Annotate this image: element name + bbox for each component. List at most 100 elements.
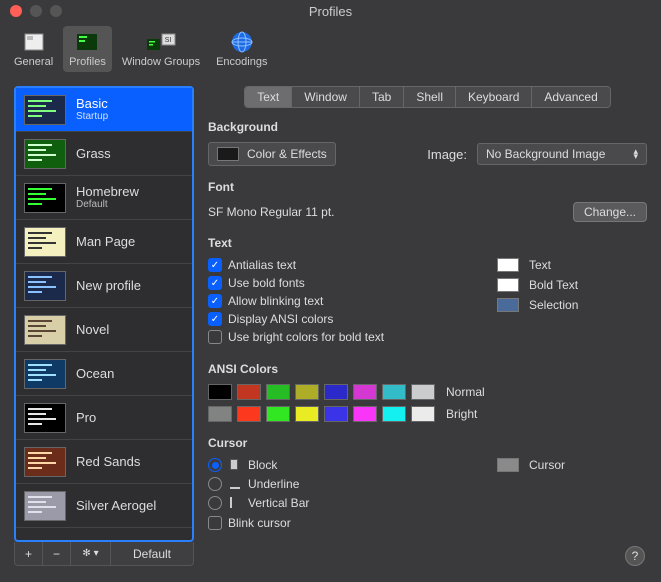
profile-thumb — [24, 227, 66, 257]
cursor-block-radio[interactable]: Block — [208, 458, 473, 472]
blink-cursor-checkbox[interactable]: Blink cursor — [208, 516, 473, 530]
cursor-shape-icon — [230, 497, 240, 509]
background-image-value: No Background Image — [486, 147, 605, 161]
profiles-icon — [72, 30, 102, 54]
cursor-shape-icon — [230, 459, 240, 471]
checkbox-icon: ✓ — [208, 258, 222, 272]
cursor-vertical-bar-radio[interactable]: Vertical Bar — [208, 496, 473, 510]
cursor-underline-radio[interactable]: Underline — [208, 477, 473, 491]
profile-name: New profile — [76, 278, 141, 294]
ansi-normal-4[interactable] — [324, 384, 348, 400]
profile-item-grass[interactable]: Grass — [16, 132, 192, 176]
ansi-bright-3[interactable] — [295, 406, 319, 422]
radio-icon — [208, 458, 222, 472]
checkbox-use-bold-fonts[interactable]: ✓Use bold fonts — [208, 276, 473, 290]
tab-keyboard[interactable]: Keyboard — [456, 87, 532, 107]
background-heading: Background — [208, 120, 647, 134]
background-image-select[interactable]: No Background Image ▴▾ — [477, 143, 647, 165]
tab-tab[interactable]: Tab — [360, 87, 404, 107]
ansi-bright-1[interactable] — [237, 406, 261, 422]
cursor-color-well[interactable] — [497, 458, 519, 472]
svg-text:SI: SI — [165, 37, 172, 44]
color-label: Text — [529, 258, 551, 272]
ansi-bright-2[interactable] — [266, 406, 290, 422]
profile-name: Ocean — [76, 366, 114, 382]
tab-window[interactable]: Window — [292, 87, 360, 107]
ansi-bright-4[interactable] — [324, 406, 348, 422]
ansi-normal-7[interactable] — [411, 384, 435, 400]
ansi-bright-6[interactable] — [382, 406, 406, 422]
ansi-normal-3[interactable] — [295, 384, 319, 400]
toolbar-window-groups[interactable]: SI Window Groups — [116, 26, 206, 72]
toolbar-profiles[interactable]: Profiles — [63, 26, 112, 72]
toolbar-label: General — [14, 56, 53, 68]
checkbox-display-ansi-colors[interactable]: ✓Display ANSI colors — [208, 312, 473, 326]
change-font-button[interactable]: Change... — [573, 202, 647, 222]
checkbox-allow-blinking-text[interactable]: ✓ Allow blinking text — [208, 294, 473, 308]
radio-icon — [208, 496, 222, 510]
profile-item-man-page[interactable]: Man Page — [16, 220, 192, 264]
radio-label: Vertical Bar — [248, 496, 309, 510]
profile-item-homebrew[interactable]: HomebrewDefault — [16, 176, 192, 220]
profile-item-novel[interactable]: Novel — [16, 308, 192, 352]
cursor-shape-icon — [230, 478, 240, 490]
add-profile-button[interactable]: + — [15, 542, 43, 565]
profile-thumb — [24, 447, 66, 477]
profile-item-pro[interactable]: Pro — [16, 396, 192, 440]
profile-thumb — [24, 271, 66, 301]
checkbox-icon: ✓ — [208, 294, 222, 308]
checkbox-antialias-text[interactable]: ✓Antialias text — [208, 258, 473, 272]
ansi-normal-2[interactable] — [266, 384, 290, 400]
checkbox-label: Use bright colors for bold text — [228, 330, 384, 344]
ansi-normal-5[interactable] — [353, 384, 377, 400]
checkbox-use-bright-colors-for-bold-text[interactable]: Use bright colors for bold text — [208, 330, 473, 344]
ansi-bright-0[interactable] — [208, 406, 232, 422]
chevron-updown-icon: ▴▾ — [633, 149, 638, 160]
color-effects-well[interactable]: Color & Effects — [208, 142, 336, 166]
toolbar-general[interactable]: General — [8, 26, 59, 72]
help-button[interactable]: ? — [625, 546, 645, 566]
cursor-color-label: Cursor — [529, 458, 565, 472]
profile-name: Basic — [76, 96, 108, 112]
color-label: Bold Text — [529, 278, 578, 292]
encodings-icon — [227, 30, 257, 54]
color-well-selection[interactable] — [497, 298, 519, 312]
profile-item-red-sands[interactable]: Red Sands — [16, 440, 192, 484]
background-color-swatch — [217, 147, 239, 161]
cursor-heading: Cursor — [208, 436, 647, 450]
profile-item-ocean[interactable]: Ocean — [16, 352, 192, 396]
color-well-bold-text[interactable] — [497, 278, 519, 292]
tab-advanced[interactable]: Advanced — [532, 87, 609, 107]
toolbar-label: Profiles — [69, 56, 106, 68]
profile-item-silver-aerogel[interactable]: Silver Aerogel — [16, 484, 192, 528]
profile-name: Pro — [76, 410, 96, 426]
profile-item-new-profile[interactable]: New profile — [16, 264, 192, 308]
profile-actions-menu[interactable]: ✻ ▾ — [71, 542, 111, 565]
ansi-bright-5[interactable] — [353, 406, 377, 422]
ansi-bright-7[interactable] — [411, 406, 435, 422]
toolbar-label: Window Groups — [122, 56, 200, 68]
color-label: Selection — [529, 298, 578, 312]
remove-profile-button[interactable]: − — [43, 542, 71, 565]
profile-name: Grass — [76, 146, 111, 162]
general-icon — [19, 30, 49, 54]
ansi-normal-0[interactable] — [208, 384, 232, 400]
profile-thumb — [24, 95, 66, 125]
checkbox-label: Use bold fonts — [228, 276, 305, 290]
color-well-text[interactable] — [497, 258, 519, 272]
checkbox-label: Display ANSI colors — [228, 312, 333, 326]
ansi-normal-6[interactable] — [382, 384, 406, 400]
color-effects-label: Color & Effects — [247, 147, 327, 161]
toolbar-encodings[interactable]: Encodings — [210, 26, 273, 72]
window-title: Profiles — [0, 4, 661, 19]
checkbox-label: Allow blinking text — [228, 294, 323, 308]
tab-shell[interactable]: Shell — [404, 87, 456, 107]
profile-thumb — [24, 315, 66, 345]
profile-item-basic[interactable]: BasicStartup — [16, 88, 192, 132]
ansi-normal-1[interactable] — [237, 384, 261, 400]
ansi-bright-label: Bright — [446, 407, 477, 421]
tab-text[interactable]: Text — [245, 87, 292, 107]
set-default-button[interactable]: Default — [111, 542, 193, 565]
settings-tabs: TextWindowTabShellKeyboardAdvanced — [244, 86, 611, 108]
profile-name: Homebrew — [76, 184, 139, 200]
